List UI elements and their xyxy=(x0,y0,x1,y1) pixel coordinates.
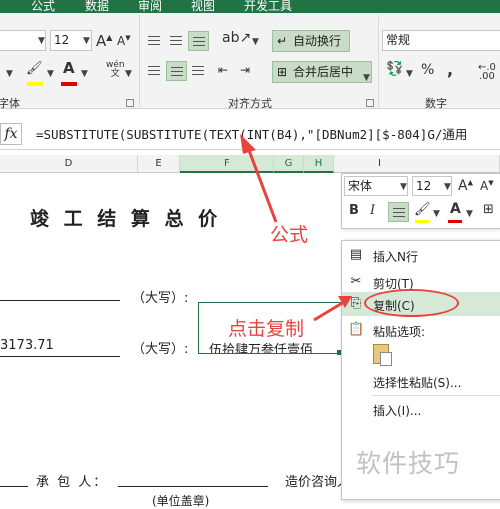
annotation-formula: 公式 xyxy=(270,224,309,246)
annotation-overlay xyxy=(240,134,352,322)
annotation-arrowhead-formula xyxy=(240,134,256,154)
annotation-arrowhead-copy xyxy=(338,296,352,308)
watermark: 软件技巧 xyxy=(356,449,461,478)
annotation-click-copy: 点击复制 xyxy=(228,318,305,340)
annotation-ellipse xyxy=(364,289,459,317)
annotation-arrow-copy xyxy=(313,300,345,322)
annotation-arrow-formula xyxy=(245,144,278,223)
